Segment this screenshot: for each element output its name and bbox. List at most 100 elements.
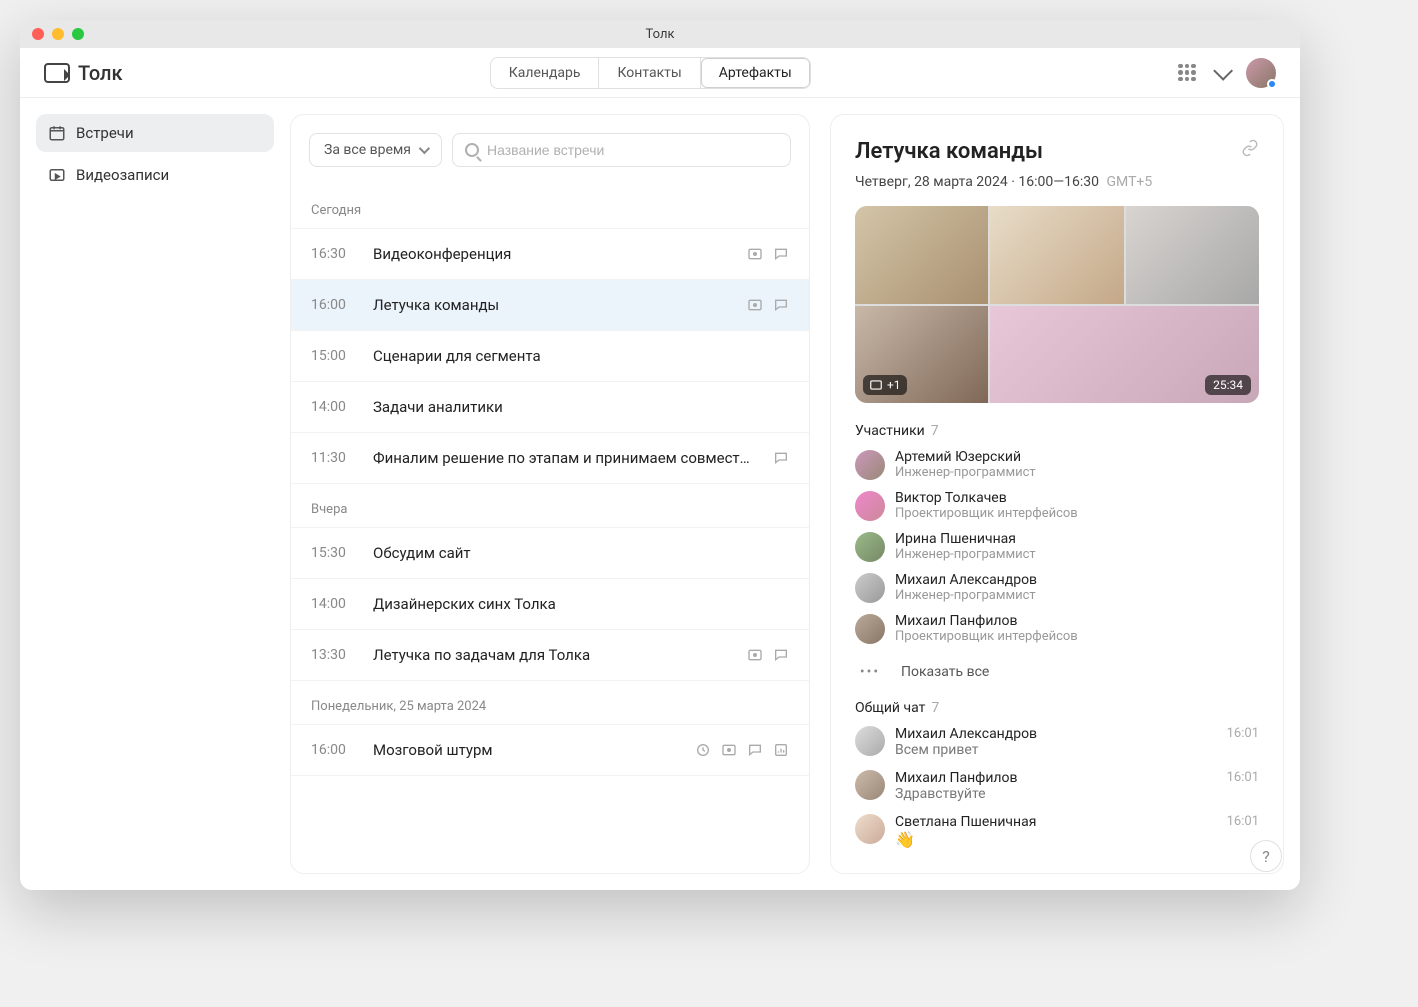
timezone: GMT+5 xyxy=(1107,174,1153,190)
participant-row[interactable]: Ирина Пшеничная Инженер-программист xyxy=(855,531,1259,562)
chat-text: 👋 xyxy=(895,830,1217,849)
participant-row[interactable]: Артемий Юзерский Инженер-программист xyxy=(855,449,1259,480)
participants-label: Участники 7 xyxy=(855,423,1259,439)
brand[interactable]: Толк xyxy=(44,61,123,85)
sidebar-item-recordings[interactable]: Видеозаписи xyxy=(36,156,274,194)
meeting-time: 13:30 xyxy=(311,647,353,663)
close-button[interactable] xyxy=(32,28,44,40)
maximize-button[interactable] xyxy=(72,28,84,40)
chat-icon xyxy=(773,450,789,466)
participant-row[interactable]: Михаил Александров Инженер-программист xyxy=(855,572,1259,603)
main-tabs: Календарь Контакты Артефакты xyxy=(490,57,811,89)
participants-count: 7 xyxy=(931,423,939,439)
meeting-time: 15:00 xyxy=(311,348,353,364)
meeting-title: Летучка по задачам для Толка xyxy=(373,646,727,664)
chat-message[interactable]: Светлана Пшеничная 👋 16:01 xyxy=(855,814,1259,849)
detail-header: Летучка команды xyxy=(855,139,1259,164)
chat-text: Всем привет xyxy=(895,742,1217,758)
avatar xyxy=(855,770,885,800)
chevron-down-icon xyxy=(419,143,430,154)
search-box[interactable] xyxy=(452,133,791,167)
meeting-title: Дизайнерских синх Толка xyxy=(373,595,789,613)
traffic-lights xyxy=(32,28,84,40)
help-button[interactable]: ? xyxy=(1250,840,1282,872)
avatar xyxy=(855,491,885,521)
more-icon: ••• xyxy=(855,664,885,680)
duration-badge: 25:34 xyxy=(1205,375,1251,395)
chat-author: Светлана Пшеничная xyxy=(895,814,1217,830)
meeting-row[interactable]: 13:30 Летучка по задачам для Толка xyxy=(291,630,809,681)
recording-icon xyxy=(869,378,883,392)
meeting-time: 16:30 xyxy=(311,246,353,262)
sidebar: Встречи Видеозаписи xyxy=(20,98,290,890)
video-tile: 25:34 xyxy=(990,306,1259,404)
search-input[interactable] xyxy=(487,142,778,158)
chat-count: 7 xyxy=(931,700,939,716)
meeting-row[interactable]: 14:00 Дизайнерских синх Толка xyxy=(291,579,809,630)
minimize-button[interactable] xyxy=(52,28,64,40)
chat-time: 16:01 xyxy=(1227,726,1259,758)
tab-calendar[interactable]: Календарь xyxy=(491,58,600,88)
chat-text: Здравствуйте xyxy=(895,786,1217,802)
list-header: За все время xyxy=(291,115,809,185)
sidebar-item-meetings[interactable]: Встречи xyxy=(36,114,274,152)
participants-list: Артемий Юзерский Инженер-программист Вик… xyxy=(855,449,1259,680)
chat-message[interactable]: Михаил Александров Всем привет 16:01 xyxy=(855,726,1259,758)
toolbar: Толк Календарь Контакты Артефакты xyxy=(20,48,1300,98)
show-all-button[interactable]: ••• Показать все xyxy=(855,664,1259,680)
status-dot xyxy=(1267,79,1277,89)
meeting-time: 15:30 xyxy=(311,545,353,561)
participant-row[interactable]: Виктор Толкачев Проектировщик интерфейсо… xyxy=(855,490,1259,521)
meeting-title: Финалим решение по этапам и принимаем со… xyxy=(373,449,753,467)
recording-icon xyxy=(721,742,737,758)
video-thumbnail[interactable]: +1 25:34 xyxy=(855,206,1259,403)
avatar xyxy=(855,814,885,844)
participant-role: Проектировщик интерфейсов xyxy=(895,506,1078,521)
sidebar-item-label: Видеозаписи xyxy=(76,166,169,184)
group-today: Сегодня xyxy=(291,185,809,228)
poll-icon xyxy=(773,742,789,758)
meetings-list[interactable]: Сегодня 16:30 Видеоконференция 16:00 Лет… xyxy=(291,185,809,873)
participant-row[interactable]: Михаил Панфилов Проектировщик интерфейсо… xyxy=(855,613,1259,644)
meeting-row[interactable]: 16:00 Летучка команды xyxy=(291,280,809,331)
meeting-row[interactable]: 14:00 Задачи аналитики xyxy=(291,382,809,433)
meeting-time: 16:00 xyxy=(311,742,353,758)
toolbar-right xyxy=(1178,58,1276,88)
tab-artifacts[interactable]: Артефакты xyxy=(701,58,810,88)
meeting-row[interactable]: 16:00 Мозговой штурм xyxy=(291,724,809,776)
meeting-row[interactable]: 11:30 Финалим решение по этапам и приним… xyxy=(291,433,809,484)
meeting-row[interactable]: 15:00 Сценарии для сегмента xyxy=(291,331,809,382)
avatar xyxy=(855,573,885,603)
chevron-down-icon[interactable] xyxy=(1213,60,1233,80)
detail-panel: Летучка команды Четверг, 28 марта 2024 ·… xyxy=(830,114,1284,874)
meeting-time: 14:00 xyxy=(311,399,353,415)
meeting-title: Задачи аналитики xyxy=(373,398,789,416)
chat-icon xyxy=(773,297,789,313)
time-filter-button[interactable]: За все время xyxy=(309,133,442,167)
chat-author: Михаил Александров xyxy=(895,726,1217,742)
video-tile xyxy=(1126,206,1259,304)
chat-message[interactable]: Михаил Панфилов Здравствуйте 16:01 xyxy=(855,770,1259,802)
user-avatar[interactable] xyxy=(1246,58,1276,88)
chat-icon xyxy=(773,647,789,663)
meeting-title: Обсудим сайт xyxy=(373,544,789,562)
video-tile xyxy=(855,206,988,304)
titlebar: Толк xyxy=(20,20,1300,48)
chat-label: Общий чат 7 xyxy=(855,700,1259,716)
recording-badge: +1 xyxy=(863,375,907,395)
meeting-badges xyxy=(747,246,789,262)
group-yesterday: Вчера xyxy=(291,484,809,527)
recording-icon xyxy=(747,647,763,663)
tab-contacts[interactable]: Контакты xyxy=(599,58,700,88)
meeting-badges xyxy=(695,742,789,758)
meeting-time: 11:30 xyxy=(311,450,353,466)
meeting-row[interactable]: 15:30 Обсудим сайт xyxy=(291,527,809,579)
meeting-badges xyxy=(747,297,789,313)
meeting-title: Сценарии для сегмента xyxy=(373,347,789,365)
main: За все время Сегодня 16:30 Видеоконферен… xyxy=(290,98,1300,890)
meeting-time: 16:00 xyxy=(311,297,353,313)
apps-grid-icon[interactable] xyxy=(1178,64,1196,82)
meeting-row[interactable]: 16:30 Видеоконференция xyxy=(291,228,809,280)
link-icon[interactable] xyxy=(1241,139,1259,157)
video-icon xyxy=(48,166,66,184)
